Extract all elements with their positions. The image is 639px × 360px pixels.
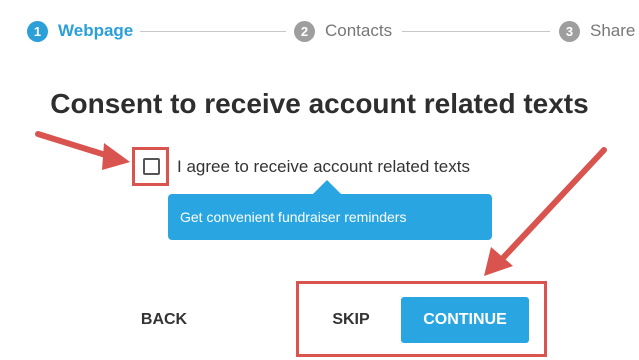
progress-stepper: 1 Webpage 2 Contacts 3 Share — [0, 0, 639, 62]
info-tooltip: Get convenient fundraiser reminders — [168, 194, 492, 240]
step-label: Contacts — [325, 21, 393, 40]
step-contacts[interactable]: 2 Contacts — [294, 18, 392, 44]
step-webpage[interactable]: 1 Webpage — [27, 18, 133, 44]
skip-button[interactable]: SKIP — [316, 300, 386, 340]
step-number: 3 — [559, 20, 580, 42]
continue-button[interactable]: CONTINUE — [401, 297, 529, 343]
arrow-to-checkbox-icon — [35, 131, 130, 170]
arrow-to-buttons-icon — [484, 147, 607, 276]
step-label: Webpage — [58, 21, 134, 40]
step-share[interactable]: 3 Share — [559, 18, 635, 44]
step-connector — [402, 31, 550, 32]
step-label: Share — [590, 21, 636, 40]
consent-page: 1 Webpage 2 Contacts 3 Share Consent to … — [0, 0, 639, 360]
step-number: 2 — [294, 20, 315, 42]
consent-checkbox[interactable] — [143, 158, 160, 175]
back-button[interactable]: BACK — [124, 300, 204, 340]
consent-checkbox-label[interactable]: I agree to receive account related texts — [177, 157, 470, 177]
tooltip-arrow — [312, 180, 342, 195]
page-title: Consent to receive account related texts — [50, 88, 589, 119]
step-connector — [140, 31, 286, 32]
step-number: 1 — [27, 20, 48, 42]
tooltip-text: Get convenient fundraiser reminders — [180, 209, 407, 225]
